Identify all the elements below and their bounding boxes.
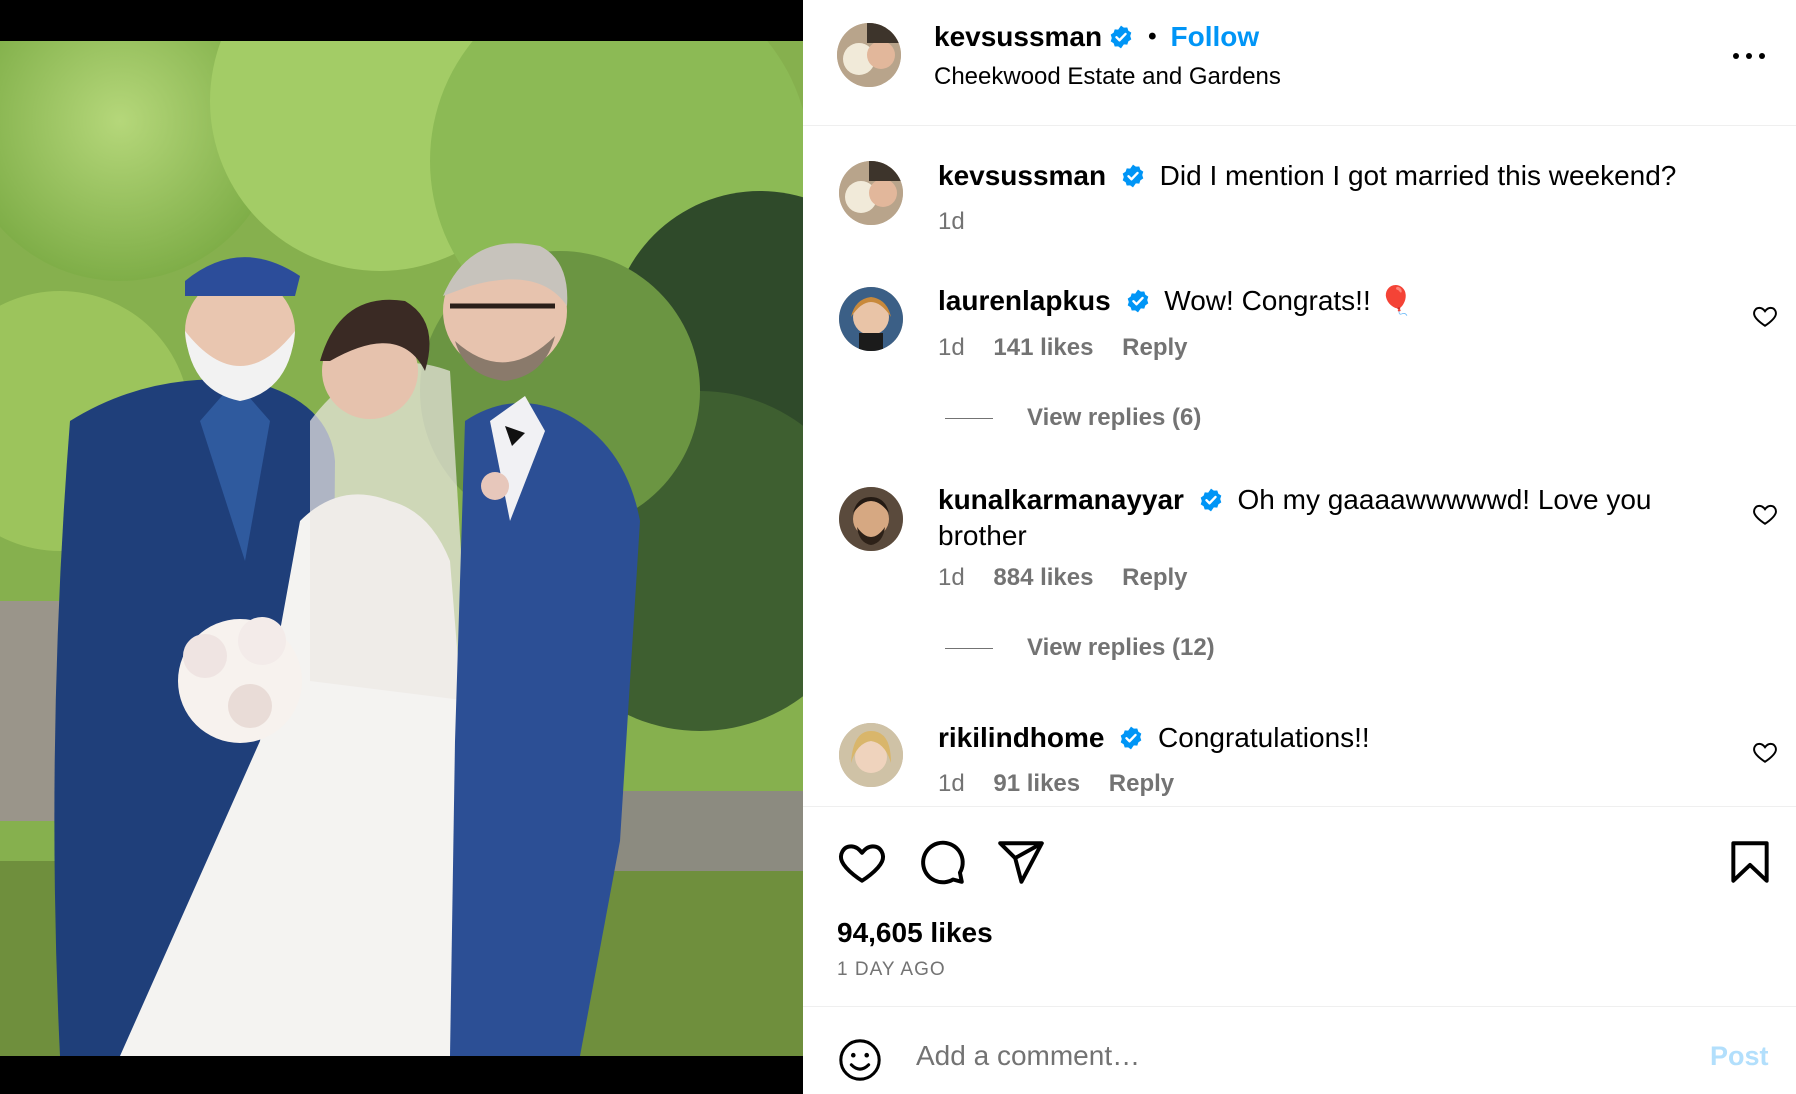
comment-username[interactable]: rikilindhome: [938, 722, 1104, 753]
post-media[interactable]: [0, 0, 803, 1094]
reply-button[interactable]: Reply: [1109, 770, 1174, 797]
comment-likes[interactable]: 884 likes: [993, 564, 1093, 591]
caption-text: Did I mention I got married this weekend…: [1159, 160, 1677, 191]
view-replies-button[interactable]: View replies (6): [945, 404, 1201, 432]
commenter-avatar[interactable]: [839, 487, 903, 551]
caption-username[interactable]: kevsussman: [938, 160, 1106, 191]
caption-avatar-image: [839, 161, 903, 225]
comment-meta: 1d 884 likes Reply: [938, 564, 1210, 592]
caption-body: kevsussman Did I mention I got married t…: [938, 158, 1678, 194]
follow-button[interactable]: Follow: [1171, 21, 1260, 53]
bookmark-icon[interactable]: [1725, 837, 1775, 887]
comment-item: laurenlapkus Wow! Congrats!! 🎈 1d 141 li…: [803, 285, 1796, 487]
comment-likes[interactable]: 91 likes: [993, 770, 1080, 797]
caption-avatar[interactable]: [839, 161, 903, 225]
like-comment-heart-icon[interactable]: [1752, 303, 1778, 329]
post-side-panel: kevsussman • Follow Cheekwood Estate and…: [803, 0, 1796, 1094]
share-icon[interactable]: [996, 837, 1046, 887]
commenter-avatar-image: [839, 487, 903, 551]
view-replies-button[interactable]: View replies (12): [945, 634, 1215, 662]
emoji-icon[interactable]: [837, 1037, 883, 1083]
verified-badge-icon: [1125, 288, 1151, 314]
verified-badge-icon: [1118, 725, 1144, 751]
comment-body: kunalkarmanayyar Oh my gaaaawwwwwd! Love…: [938, 482, 1678, 554]
commenter-avatar-image: [839, 723, 903, 787]
commenter-avatar-image: [839, 287, 903, 351]
author-username[interactable]: kevsussman: [934, 21, 1102, 53]
comment-meta: 1d 141 likes Reply: [938, 334, 1210, 362]
post-actions: 94,605 likes 1 DAY AGO: [803, 806, 1796, 1006]
post-likes-count[interactable]: 94,605 likes: [837, 917, 993, 949]
comment-text: Congratulations!!: [1158, 722, 1370, 753]
replies-divider: [945, 647, 993, 649]
verified-badge-icon: [1120, 163, 1146, 189]
post-header: kevsussman • Follow Cheekwood Estate and…: [803, 0, 1796, 126]
like-heart-icon[interactable]: [837, 837, 887, 887]
comment-input[interactable]: [916, 1031, 1676, 1081]
post-photo[interactable]: [0, 41, 803, 1056]
author-avatar[interactable]: [837, 23, 901, 87]
verified-badge-icon: [1198, 487, 1224, 513]
author-row: kevsussman • Follow: [934, 21, 1259, 53]
like-comment-heart-icon[interactable]: [1752, 501, 1778, 527]
commenter-avatar[interactable]: [839, 723, 903, 787]
comment-icon[interactable]: [917, 837, 967, 887]
comment-meta: 1d 91 likes Reply: [938, 770, 1196, 798]
caption-time[interactable]: 1d: [938, 208, 965, 235]
comment-username[interactable]: laurenlapkus: [938, 285, 1111, 316]
more-options-icon[interactable]: [1729, 46, 1769, 66]
caption-meta: 1d: [938, 208, 987, 236]
post-date[interactable]: 1 DAY AGO: [837, 959, 946, 981]
comment-item: rikilindhome Congratulations!! 1d 91 lik…: [803, 720, 1796, 807]
comments-list[interactable]: kevsussman Did I mention I got married t…: [803, 127, 1796, 807]
commenter-avatar[interactable]: [839, 287, 903, 351]
reply-button[interactable]: Reply: [1122, 334, 1187, 361]
verified-badge-icon: [1108, 24, 1134, 50]
reply-button[interactable]: Reply: [1122, 564, 1187, 591]
comment-time[interactable]: 1d: [938, 564, 965, 591]
comment-likes[interactable]: 141 likes: [993, 334, 1093, 361]
comment-item: kunalkarmanayyar Oh my gaaaawwwwwd! Love…: [803, 484, 1796, 717]
comment-body: laurenlapkus Wow! Congrats!! 🎈: [938, 283, 1678, 319]
comment-username[interactable]: kunalkarmanayyar: [938, 484, 1184, 515]
replies-divider: [945, 417, 993, 419]
wedding-photo-illustration: [0, 41, 803, 1056]
comment-composer: Post: [803, 1006, 1796, 1094]
post-comment-button[interactable]: Post: [1710, 1041, 1769, 1072]
comment-body: rikilindhome Congratulations!!: [938, 720, 1678, 756]
post-location[interactable]: Cheekwood Estate and Gardens: [934, 63, 1281, 91]
comment-text: Wow! Congrats!! 🎈: [1164, 285, 1414, 316]
comment-time[interactable]: 1d: [938, 770, 965, 797]
comment-time[interactable]: 1d: [938, 334, 965, 361]
like-comment-heart-icon[interactable]: [1752, 739, 1778, 765]
caption-item: kevsussman Did I mention I got married t…: [803, 158, 1796, 261]
author-avatar-image: [837, 23, 901, 87]
view-replies-label[interactable]: View replies (12): [1027, 634, 1215, 662]
header-separator: •: [1148, 23, 1157, 50]
view-replies-label[interactable]: View replies (6): [1027, 404, 1201, 432]
